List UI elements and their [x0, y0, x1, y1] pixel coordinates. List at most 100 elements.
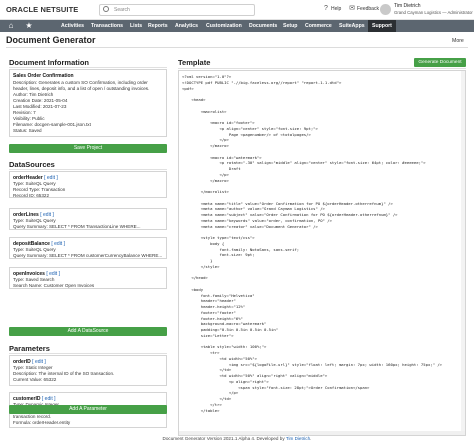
user-name[interactable]: Tim Dietrich — [394, 3, 420, 9]
editor-horizontal-scrollbar[interactable] — [179, 431, 465, 435]
doc-info-line: Author: Tim Dietrich — [13, 92, 54, 97]
doc-info-line: header, lines, deposit info, and a list … — [13, 86, 150, 91]
code-line: header="header" — [182, 298, 236, 304]
code-line: </macro> — [182, 143, 229, 148]
code-line: </style> — [182, 263, 220, 269]
user-avatar-icon[interactable] — [380, 4, 391, 15]
code-line: <!DOCTYPE pdf PUBLIC "-//big.faceless.or… — [182, 79, 342, 85]
help-icon[interactable]: ? — [322, 5, 330, 13]
page-title: Document Generator — [6, 35, 96, 45]
doc-info-divider — [9, 67, 167, 68]
feedback-link[interactable]: Feedback — [357, 6, 379, 12]
code-line: body { — [182, 240, 225, 246]
parameter-line: Current Value: 65322 — [13, 377, 57, 382]
datasource-card: orderLines [ edit ] Type: SuiteQL Query … — [9, 208, 167, 230]
code-line: <meta name="creator" value="Document Gen… — [182, 223, 318, 229]
datasource-card: orderHeader [ edit ] Type: SuiteQL Query… — [9, 171, 167, 198]
code-line: <p align="right"> — [182, 378, 269, 384]
code-line: font-size: 9pt; — [182, 252, 255, 258]
add-parameter-button[interactable]: Add A Parameter — [9, 405, 167, 414]
datasource-line: Search Name: Customer Open Invoices — [13, 283, 95, 288]
code-line: Page <pagenumber/> of <totalpages/> — [182, 131, 311, 137]
more-link[interactable]: More — [452, 38, 464, 44]
nav-documents[interactable]: Documents — [249, 20, 277, 32]
datasource-card: depositBalance [ edit ] Type: SuiteQL Qu… — [9, 237, 167, 259]
code-line: <table style="width: 100%;"> — [182, 344, 267, 350]
code-line: </p> — [182, 390, 239, 396]
parameter-card: orderID [ edit ] Type: Static Integer De… — [9, 355, 167, 386]
datasource-line: Type: SuiteQL Query — [13, 247, 56, 252]
datasource-line: Query Summary: SELECT * FROM Transaction… — [13, 224, 141, 229]
code-line: </td> — [182, 367, 232, 373]
nav-activities[interactable]: Activities — [61, 20, 84, 32]
parameter-line: transaction record. — [13, 414, 52, 419]
nav-transactions[interactable]: Transactions — [91, 20, 123, 32]
add-datasource-button[interactable]: Add A DataSource — [9, 327, 167, 336]
nav-commerce[interactable]: Commerce — [305, 20, 332, 32]
code-line: <meta name="title" value="Order Confirma… — [182, 200, 393, 206]
code-line: <macrolist> — [182, 108, 227, 114]
doc-info-card: Sales Order Confirmation Description: Ge… — [9, 69, 167, 137]
footer-author-link[interactable]: Tim Dietrich — [286, 436, 310, 441]
datasource-line: Record ID: 65322 — [13, 193, 50, 198]
datasource-line: Query Summary: SELECT * FROM customerCur… — [13, 253, 163, 258]
code-line: <pdf> — [182, 85, 194, 91]
feedback-icon[interactable]: ✉ — [348, 5, 356, 13]
editor-vertical-scrollbar[interactable] — [461, 71, 465, 431]
code-line: <macro id="watermark"> — [182, 154, 262, 160]
home-icon[interactable]: ⌂ — [4, 21, 18, 31]
help-link[interactable]: Help — [331, 6, 341, 12]
doc-info-name: Sales Order Confirmation — [13, 73, 74, 79]
nav-analytics[interactable]: Analytics — [175, 20, 198, 32]
doc-info-line: Last Modified: 2021-07-23 — [13, 104, 67, 109]
doc-info-line: Revision: 7 — [13, 110, 36, 115]
code-line: <meta name="keywords" value="order, conf… — [182, 217, 332, 223]
code-line: <style type="text/css"> — [182, 235, 255, 240]
code-line: </macro> — [182, 177, 229, 183]
nav-suiteapps[interactable]: SuiteApps — [339, 20, 365, 32]
logo-netsuite-text: NETSUITE — [40, 5, 79, 14]
doc-info-heading: Sales Order Confirmation — [13, 73, 74, 79]
nav-reports[interactable]: Reports — [148, 20, 168, 32]
favorites-star-icon[interactable]: ★ — [22, 21, 36, 31]
nav-support[interactable]: Support — [368, 20, 396, 32]
code-line: </table> — [182, 407, 220, 413]
template-editor[interactable]: <?xml version="1.0"?> <!DOCTYPE pdf PUBLI… — [178, 70, 466, 436]
template-divider — [178, 68, 466, 69]
code-line: </p> — [182, 171, 229, 177]
nav-customization[interactable]: Customization — [206, 20, 242, 32]
save-project-button[interactable]: Save Project — [9, 144, 167, 153]
datasource-line: Type: SuiteQL Query — [13, 218, 56, 223]
code-line: <head> — [182, 97, 206, 102]
code-line: font-family: NotoSans, sans-serif; — [182, 246, 300, 252]
title-divider — [6, 47, 468, 48]
generate-document-button[interactable]: Generate Document — [414, 58, 466, 67]
code-line: Draft — [182, 166, 241, 171]
main-nav: ⌂ ★ Activities Transactions Lists Report… — [0, 20, 474, 32]
code-line: <tr> — [182, 350, 220, 355]
code-line: </head> — [182, 275, 208, 281]
user-role: Grand Cayman Logistics — Administrator — [394, 10, 473, 15]
datasource-line: Type: Saved Search — [13, 277, 55, 282]
code-line: <td width="50%"> — [182, 355, 257, 361]
code-line: background-macro="watermark" — [182, 321, 267, 327]
code-line: footer-height="6%" — [182, 315, 243, 321]
code-line: <macro id="footer"> — [182, 120, 255, 125]
code-line: <td width="50%" align="right" valign="mi… — [182, 373, 328, 378]
footer-end: . — [310, 436, 312, 441]
code-line: <p rotate="-30" valign="middle" align="c… — [182, 160, 426, 166]
code-line: font-family="Helvetica" — [182, 292, 255, 298]
code-line: </tr> — [182, 401, 222, 407]
code-line: </macrolist> — [182, 189, 229, 194]
code-line: <span style="font-size: 28pt;">Order Con… — [182, 384, 370, 390]
nav-lists[interactable]: Lists — [130, 20, 142, 32]
datasource-line: Type: SuiteQL Query — [13, 181, 56, 186]
global-search-input[interactable]: Search — [99, 4, 255, 16]
doc-info-line: Filename: docgen-sample-001.json.txt — [13, 122, 91, 127]
page-footer: Document Generator Version 2021.1 Alpha … — [0, 436, 474, 441]
nav-setup[interactable]: Setup — [283, 20, 297, 32]
footer-text: Document Generator Version 2021.1 Alpha … — [162, 436, 286, 441]
datasources-divider — [9, 169, 167, 170]
oracle-netsuite-logo[interactable]: ORACLE NETSUITE — [6, 5, 78, 14]
parameter-line: Description: The internal ID of the SO t… — [13, 371, 115, 376]
